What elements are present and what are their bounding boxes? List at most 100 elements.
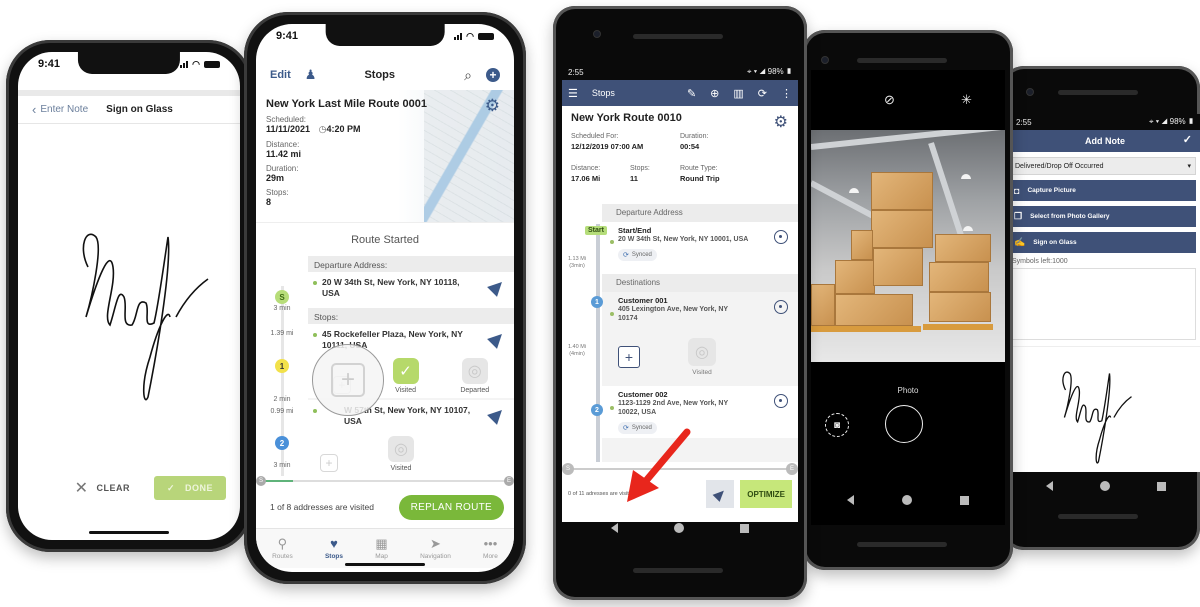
flash-off-icon[interactable]: ✳ xyxy=(961,92,972,108)
route-progress-fill xyxy=(262,480,293,482)
tab-navigation[interactable]: ➤ Navigation xyxy=(420,536,451,561)
stops-footer: 1 of 8 addresses are visited REPLAN ROUT… xyxy=(256,486,514,528)
tab-stops[interactable]: ♥ Stops xyxy=(325,537,343,561)
visited-button[interactable]: ✓ Visited xyxy=(392,358,419,394)
recent-apps-icon[interactable] xyxy=(740,523,749,533)
red-pointer-arrow xyxy=(627,428,691,502)
back-icon[interactable] xyxy=(1045,481,1053,491)
sync-icon: ⟳ xyxy=(623,252,629,260)
nav-bar: Edit ♟ Stops ⌕ + xyxy=(256,60,514,90)
search-icon[interactable]: ⌕ xyxy=(464,67,472,84)
edit-icon[interactable]: ✎ xyxy=(687,87,696,100)
add-note-icon[interactable]: + xyxy=(618,346,640,368)
hdr-off-icon[interactable]: ⊘ xyxy=(884,92,895,108)
stop-badge-1: 1 xyxy=(275,359,289,373)
switch-camera-icon[interactable]: ◙ xyxy=(825,413,849,437)
fingerprint-icon: ◎ xyxy=(688,338,716,366)
navigate-icon[interactable] xyxy=(487,277,507,297)
home-icon[interactable] xyxy=(902,495,912,505)
optimize-button[interactable]: OPTIMIZE xyxy=(740,480,792,508)
stop-badge-1: 1 xyxy=(591,296,603,308)
dropdown-arrow-icon: ▾ xyxy=(1187,163,1191,170)
add-icon[interactable]: ⊕ xyxy=(710,87,719,100)
steering-wheel-icon[interactable] xyxy=(774,394,788,408)
stop-actions: + ◎ Visited xyxy=(308,430,514,476)
back-button[interactable]: ‹ Enter Note xyxy=(32,102,88,117)
note-type-select[interactable]: Delivered/Drop Off Occurred ▾ xyxy=(1010,157,1196,175)
speaker-grille xyxy=(857,542,947,547)
replan-route-button[interactable]: REPLAN ROUTE xyxy=(398,494,504,520)
visited-button[interactable]: ◎ Visited xyxy=(688,338,716,376)
gallery-icon: ❐ xyxy=(1014,211,1023,221)
speaker-grille xyxy=(857,58,947,63)
note-textarea[interactable] xyxy=(1010,268,1196,340)
navigate-icon[interactable] xyxy=(487,405,507,425)
stop-badge-2: 2 xyxy=(591,404,603,416)
done-button[interactable]: ✓ DONE xyxy=(154,476,226,500)
scheduled-date: 11/11/2021 xyxy=(266,124,311,134)
visited-button[interactable]: ◎ Visited xyxy=(388,436,414,472)
route-header: ⚙ New York Last Mile Route 0001 Schedule… xyxy=(256,90,514,222)
tab-map[interactable]: ▦ Map xyxy=(375,537,388,561)
route-status-banner: Route Started xyxy=(256,222,514,256)
map-icon[interactable]: ▥ xyxy=(733,87,743,100)
route-progress-bar: S E xyxy=(256,476,514,486)
clear-button[interactable]: ✕ CLEAR xyxy=(75,478,130,498)
distance-value: 17.06 Mi xyxy=(571,173,601,183)
departure-row[interactable]: 20 W 34th St, New York, NY 10118, USA xyxy=(308,272,514,308)
speaker-grille xyxy=(633,568,723,573)
camera-view: ⊘ ✳ Photo ◙ xyxy=(811,70,1005,525)
navigate-icon[interactable] xyxy=(487,329,507,349)
gear-icon[interactable]: ⚙ xyxy=(774,112,788,132)
home-icon[interactable] xyxy=(674,523,684,533)
start-row[interactable]: Start/End 20 W 34th St, New York, NY 100… xyxy=(602,222,798,274)
more-vert-icon[interactable]: ⋮ xyxy=(781,87,792,100)
camera-mode-label[interactable]: Photo xyxy=(811,386,1005,395)
sync-status: ⟳ Synced xyxy=(618,249,657,262)
page-title: Stops xyxy=(364,69,395,81)
battery-icon: ▮ xyxy=(785,67,792,76)
confirm-check-icon[interactable]: ✓ xyxy=(1183,133,1192,146)
status-time: 2:55 xyxy=(568,67,584,77)
capture-picture-button[interactable]: ◘ Capture Picture xyxy=(1010,180,1196,201)
speaker-grille xyxy=(1058,90,1138,95)
tab-routes[interactable]: ⚲ Routes xyxy=(272,537,293,561)
shutter-button[interactable] xyxy=(885,405,923,443)
add-note-icon[interactable]: + xyxy=(320,454,338,472)
add-note-icon: + xyxy=(331,363,365,397)
home-indicator xyxy=(89,531,169,534)
driver-icon[interactable]: ♟ xyxy=(305,67,317,83)
tab-bar: ⚲ Routes ♥ Stops ▦ Map ➤ Navigation ••• More xyxy=(256,528,514,568)
recent-apps-icon[interactable] xyxy=(1157,481,1167,491)
location-icon: ⌖ ▾ ◢ xyxy=(747,67,768,76)
stops-list: S 3 min 1.39 mi 1 2 min 0.99 mi 2 3 min … xyxy=(256,256,514,476)
navigate-button[interactable] xyxy=(706,480,735,508)
recent-apps-icon[interactable] xyxy=(960,495,969,505)
add-stop-button[interactable]: + xyxy=(486,68,500,82)
android-nav-bar xyxy=(1022,476,1190,496)
optimize-icon[interactable]: ⟳ xyxy=(758,87,767,100)
more-icon: ••• xyxy=(483,536,498,551)
customer-row[interactable]: Customer 001 405 Lexington Ave, New York… xyxy=(602,292,798,336)
edit-button[interactable]: Edit xyxy=(270,69,291,81)
home-icon[interactable] xyxy=(1099,481,1110,491)
sign-on-glass-button[interactable]: ✍ Sign on Glass xyxy=(1010,232,1196,253)
back-icon[interactable] xyxy=(611,523,618,533)
signature-canvas[interactable] xyxy=(58,207,218,407)
route-stops-count: 8 xyxy=(266,197,272,207)
battery-level: 98% xyxy=(767,67,784,76)
navigation-icon: ➤ xyxy=(430,536,441,551)
menu-icon[interactable]: ☰ xyxy=(568,87,578,100)
departed-button[interactable]: ◎ Departed xyxy=(460,358,489,394)
back-icon[interactable] xyxy=(847,495,854,505)
steering-wheel-icon[interactable] xyxy=(774,300,788,314)
select-from-gallery-button[interactable]: ❐ Select from Photo Gallery xyxy=(1010,206,1196,227)
status-bar: 2:55 ⌖ ▾ ◢ 98% ▮ xyxy=(1010,114,1200,130)
android-nav-bar xyxy=(583,518,777,538)
iphone-signature-screen: 9:41 ◠ ‹ Enter Note Sign on Glass ✕ CLEA… xyxy=(6,40,252,552)
android-camera-screen: ⊘ ✳ Photo ◙ xyxy=(803,30,1013,570)
symbols-left-counter: Symbols left:1000 xyxy=(1012,258,1068,265)
steering-wheel-icon[interactable] xyxy=(774,230,788,244)
battery-icon xyxy=(478,32,494,40)
tab-more[interactable]: ••• More xyxy=(483,536,498,561)
